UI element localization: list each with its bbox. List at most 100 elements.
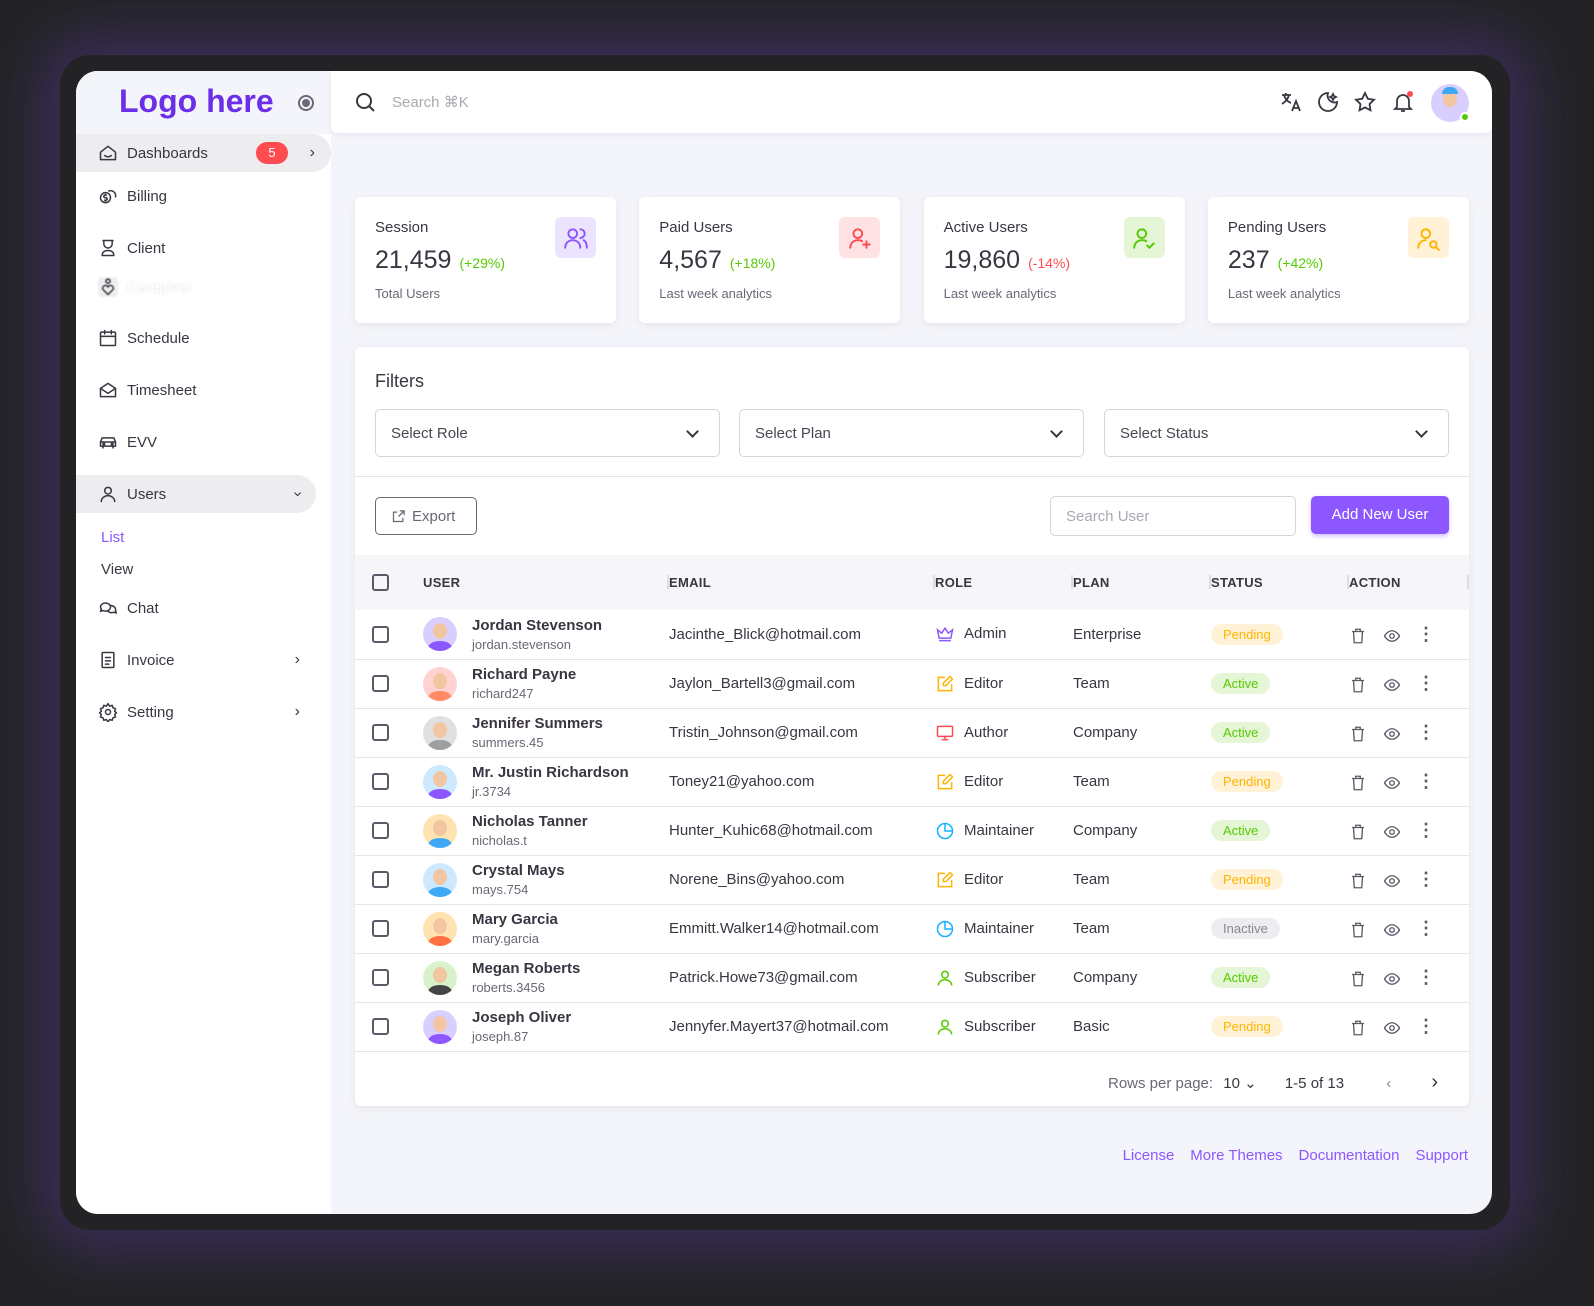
user-name[interactable]: Nicholas Tanner [472,813,588,830]
row-checkbox[interactable] [372,969,389,986]
user-name[interactable]: Megan Roberts [472,960,580,977]
user-handle: jr.3734 [472,784,512,799]
eye-icon[interactable] [1381,1019,1403,1037]
star-icon[interactable] [1353,90,1377,114]
user-plan: Team [1073,659,1211,709]
sidebar-pin-toggle[interactable] [298,95,314,111]
more-vertical-icon[interactable]: ⋮ [1417,771,1435,791]
sidebar-item-schedule[interactable]: Schedule [76,319,316,357]
role-subscriber-icon [937,970,953,986]
row-checkbox[interactable] [372,625,389,643]
select-status[interactable]: Select Status [1104,409,1449,457]
user-name[interactable]: Mr. Justin Richardson [472,764,629,781]
user-name[interactable]: Crystal Mays [472,862,565,879]
footer-link-more-themes[interactable]: More Themes [1190,1147,1282,1164]
next-page-button[interactable]: › [1431,1071,1438,1093]
row-checkbox[interactable] [372,675,389,692]
select-role[interactable]: Select Role [375,409,720,457]
select-plan[interactable]: Select Plan [739,409,1084,457]
translate-icon[interactable] [1279,90,1303,114]
user-avatar[interactable] [1431,84,1470,122]
delete-icon[interactable] [1349,676,1367,694]
eye-icon[interactable] [1381,872,1403,890]
more-vertical-icon[interactable]: ⋮ [1417,673,1435,693]
row-checkbox[interactable] [372,920,389,937]
sidebar-item-evv[interactable]: EVV [76,423,316,461]
row-checkbox[interactable] [372,871,389,888]
row-checkbox[interactable] [372,773,389,790]
more-vertical-icon[interactable]: ⋮ [1417,624,1435,644]
column-header-role[interactable]: ROLE [935,555,1073,610]
search-icon[interactable] [353,90,377,114]
export-button[interactable]: Export [375,497,477,535]
column-header-user[interactable]: USER [423,555,669,610]
stat-value: 19,860 [943,246,1021,274]
column-header-action[interactable]: ACTION [1349,555,1469,610]
sidebar-item-timesheet[interactable]: Timesheet [76,371,316,409]
delete-icon[interactable] [1349,725,1367,743]
more-vertical-icon[interactable]: ⋮ [1417,918,1435,938]
footer-link-documentation[interactable]: Documentation [1299,1147,1400,1164]
user-name[interactable]: Jordan Stevenson [472,617,602,634]
user-name[interactable]: Joseph Oliver [472,1009,571,1026]
delete-icon[interactable] [1349,774,1367,792]
more-vertical-icon[interactable]: ⋮ [1417,820,1435,840]
sidebar-item-caregiver[interactable]: Caregiver [76,268,316,306]
search-user-input[interactable]: Search User [1050,496,1296,536]
eye-icon[interactable] [1381,774,1403,792]
sidebar-item-setting[interactable]: Setting › [76,693,316,731]
search-input[interactable]: Search ⌘K [392,93,469,111]
stat-icon [555,217,596,258]
sidebar-item-chat[interactable]: Chat [76,589,316,627]
user-name[interactable]: Jennifer Summers [472,715,603,732]
status-badge: Pending [1211,1016,1283,1037]
sidebar-item-billing[interactable]: Billing [76,177,316,215]
moon-icon[interactable] [1316,90,1340,114]
delete-icon[interactable] [1349,921,1367,939]
column-header-status[interactable]: STATUS [1211,555,1349,610]
row-checkbox[interactable] [372,1018,389,1035]
stat-value: 21,459 [375,246,452,274]
user-cell: Crystal Mays mays.754 [423,855,669,905]
delete-icon[interactable] [1349,627,1367,645]
select-all-checkbox[interactable] [372,574,389,591]
sidebar-sub-list[interactable]: List [101,529,124,546]
more-vertical-icon[interactable]: ⋮ [1417,722,1435,742]
user-name[interactable]: Mary Garcia [472,911,558,928]
sidebar-item-dashboards[interactable]: Dashboards 5 › [76,134,331,172]
add-new-user-button[interactable]: Add New User [1311,496,1449,534]
delete-icon[interactable] [1349,823,1367,841]
delete-icon[interactable] [1349,1019,1367,1037]
bell-icon[interactable] [1391,90,1415,114]
eye-icon[interactable] [1381,823,1403,841]
more-vertical-icon[interactable]: ⋮ [1417,1016,1435,1036]
rows-per-page-select[interactable]: 10 ⌄ [1223,1075,1256,1092]
avatar [423,862,457,897]
prev-page-button[interactable]: ‹ [1386,1075,1391,1092]
sidebar-item-invoice[interactable]: Invoice › [76,641,316,679]
sidebar-sub-view[interactable]: View [101,561,133,578]
column-header-plan[interactable]: PLAN [1073,555,1211,610]
eye-icon[interactable] [1381,627,1403,645]
user-email: Jaylon_Bartell3@gmail.com [669,659,935,709]
eye-icon[interactable] [1381,725,1403,743]
row-checkbox[interactable] [372,724,389,741]
user-handle: mays.754 [472,882,529,897]
eye-icon[interactable] [1381,676,1403,694]
select-all-header[interactable] [355,555,423,610]
sidebar-item-users[interactable]: Users › [76,475,316,513]
column-header-email[interactable]: EMAIL [669,555,935,610]
footer-link-support[interactable]: Support [1415,1147,1468,1164]
row-checkbox[interactable] [372,822,389,839]
more-vertical-icon[interactable]: ⋮ [1417,869,1435,889]
delete-icon[interactable] [1349,872,1367,890]
eye-icon[interactable] [1381,970,1403,988]
delete-icon[interactable] [1349,970,1367,988]
eye-icon[interactable] [1381,921,1403,939]
filters-title: Filters [375,371,424,391]
footer-link-license[interactable]: License [1123,1147,1175,1164]
more-vertical-icon[interactable]: ⋮ [1417,967,1435,987]
sidebar-item-client[interactable]: Client [76,229,316,267]
user-name[interactable]: Richard Payne [472,666,576,683]
chevron-down-icon: › [289,491,307,497]
